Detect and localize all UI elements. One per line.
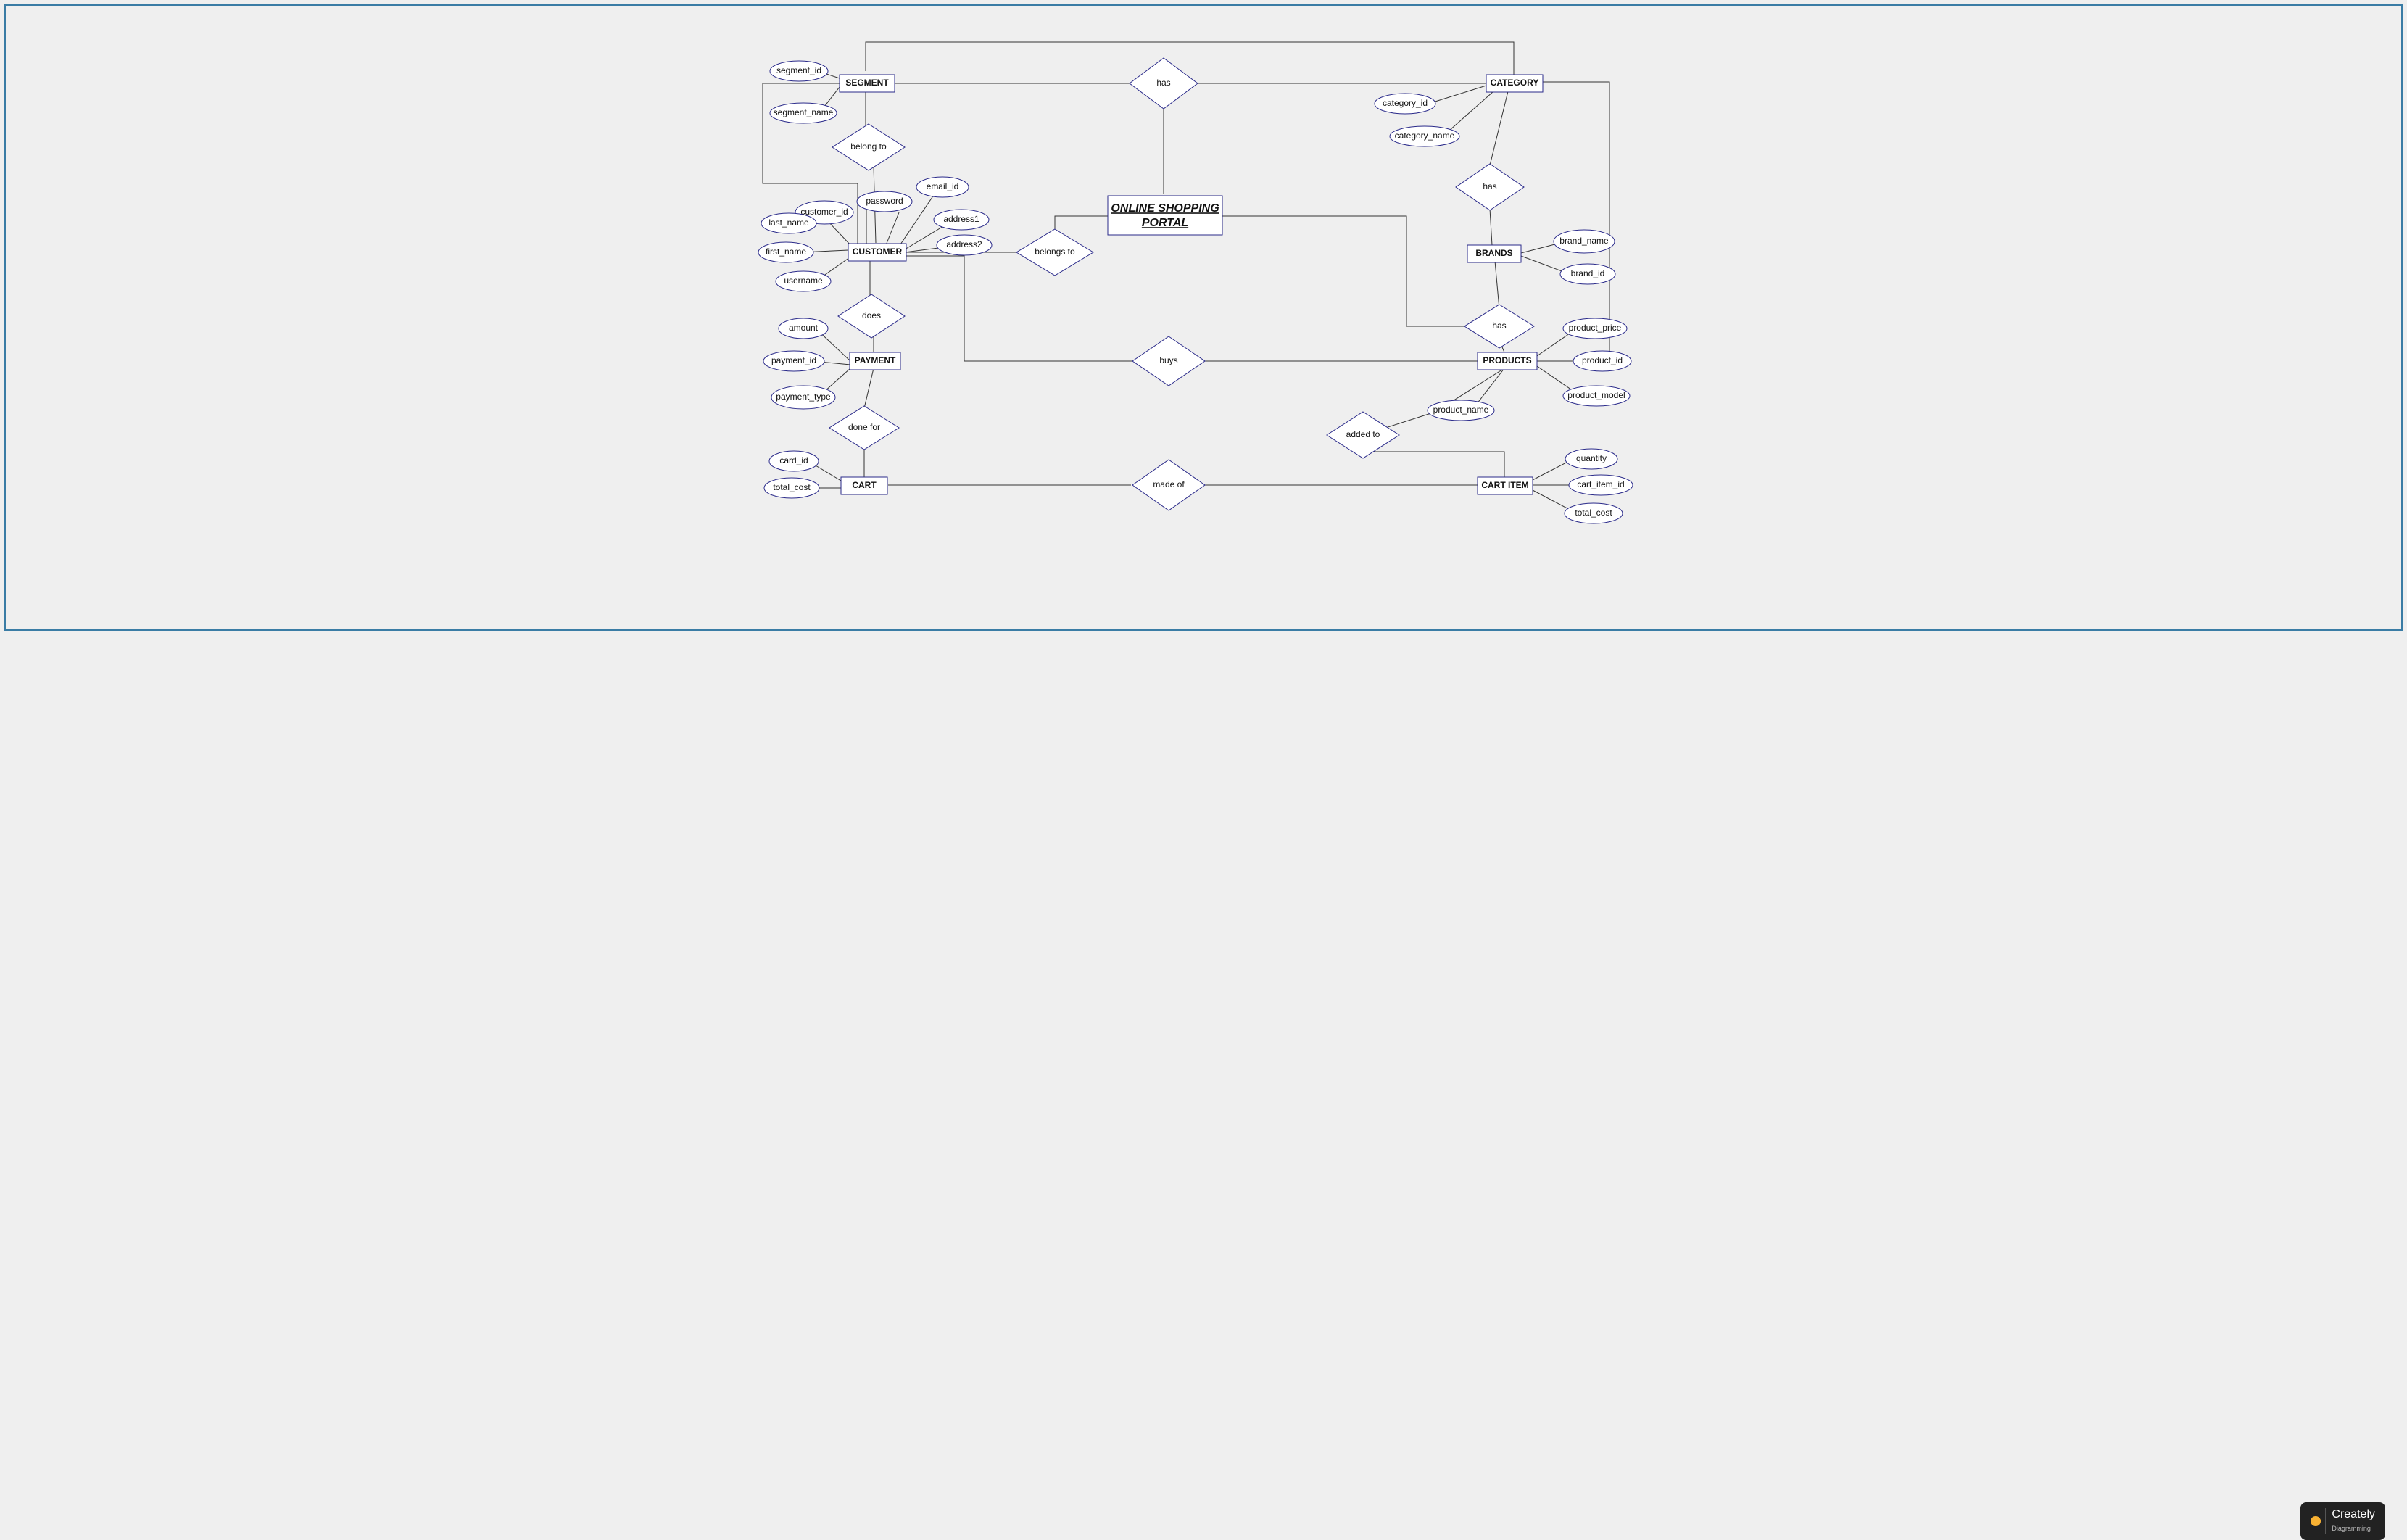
stub (1428, 86, 1486, 104)
label-brand-id: brand_id (1571, 268, 1605, 278)
brand-name: Creately (2332, 1508, 2375, 1520)
link-brands-hasbp (1495, 261, 1499, 309)
label-cart: CART (852, 480, 877, 490)
label-made-of: made of (1153, 479, 1185, 489)
label-belong-to: belong to (850, 141, 887, 152)
label-buys: buys (1159, 355, 1177, 365)
label-customer-id: customer_id (800, 207, 848, 217)
label-first-name: first_name (766, 247, 806, 257)
label-quantity: quantity (1576, 453, 1607, 463)
label-email-id: email_id (927, 181, 959, 191)
label-payment-type: payment_type (776, 392, 831, 402)
label-total-cost: total_cost (773, 482, 811, 492)
title-line1: ONLINE SHOPPING (1111, 202, 1219, 215)
label-has-bp: has (1492, 320, 1506, 331)
link-addedto-cartitem (1363, 452, 1504, 477)
label-product-id: product_id (1582, 355, 1623, 365)
label-address1: address1 (943, 214, 979, 224)
brand-tagline: Diagramming (2332, 1525, 2371, 1532)
label-brand-name: brand_name (1559, 236, 1609, 246)
label-address2: address2 (946, 239, 982, 249)
label-products: PRODUCTS (1483, 355, 1531, 365)
label-customer: CUSTOMER (853, 247, 903, 257)
label-product-price: product_price (1569, 323, 1622, 333)
link-payment-donefor (864, 368, 874, 408)
label-segment-name: segment_name (774, 107, 834, 117)
label-username: username (784, 276, 823, 286)
link-customer-buys (905, 256, 1135, 361)
er-diagram-svg: ONLINE SHOPPING PORTAL SEGMENT CATEGORY … (6, 6, 2401, 629)
title-line2: PORTAL (1142, 217, 1188, 229)
label-segment: SEGMENT (845, 78, 889, 88)
label-product-model: product_model (1567, 390, 1625, 400)
label-cartitem: CART ITEM (1481, 480, 1528, 490)
label-last-name: last_name (768, 218, 809, 228)
stub (886, 212, 899, 245)
label-product-name: product_name (1433, 405, 1489, 415)
label-brands: BRANDS (1475, 248, 1512, 258)
label-total-cost-2: total_cost (1575, 508, 1612, 518)
link-segment-category-top (866, 42, 1514, 78)
label-segment-id: segment_id (776, 65, 821, 75)
label-payment: PAYMENT (855, 355, 896, 365)
link-portal-hasbp (1222, 216, 1499, 344)
link-category-hascb (1490, 91, 1508, 165)
link-hascb-brands (1490, 209, 1492, 245)
label-password: password (866, 196, 903, 206)
label-card-id: card_id (779, 455, 808, 465)
label-done-for: done for (848, 422, 880, 432)
label-amount: amount (789, 323, 819, 333)
label-cart-item-id: cart_item_id (1577, 479, 1624, 489)
label-does: does (862, 310, 881, 320)
diagram-frame: ONLINE SHOPPING PORTAL SEGMENT CATEGORY … (4, 4, 2403, 631)
label-category-name: category_name (1395, 131, 1455, 141)
label-payment-id: payment_id (771, 355, 816, 365)
label-category-id: category_id (1383, 98, 1428, 108)
bulb-icon (2311, 1516, 2321, 1526)
label-has-cb: has (1483, 181, 1496, 191)
label-added-to: added to (1346, 429, 1380, 439)
label-category: CATEGORY (1491, 78, 1539, 88)
label-belongs-to: belongs to (1035, 247, 1075, 257)
label-has-top: has (1156, 78, 1170, 88)
link-belongsto-portal (1055, 216, 1109, 232)
